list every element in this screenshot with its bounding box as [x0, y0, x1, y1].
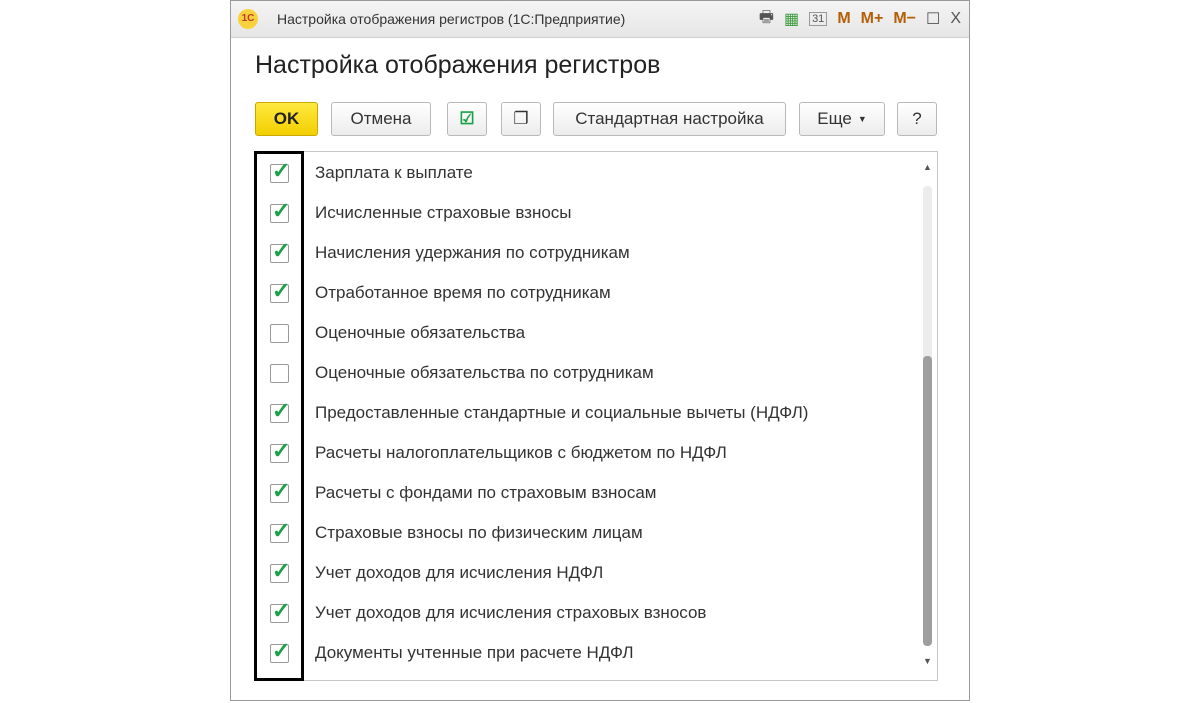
item-checkbox[interactable] — [270, 363, 289, 383]
item-label: Начисления удержания по сотрудникам — [315, 243, 630, 262]
checkmark-icon: ✓ — [272, 397, 291, 423]
more-label: Еще — [817, 109, 852, 128]
checkmark-icon: ✓ — [272, 597, 291, 623]
item-checkbox[interactable]: ✓ — [270, 518, 290, 543]
checkmark-icon: ✓ — [272, 197, 291, 223]
list-item[interactable]: ✓ Учет доходов для исчисления страховых в… — [255, 593, 915, 633]
calculator-icon[interactable]: ▦ — [784, 9, 799, 29]
more-button[interactable]: Еще ▼ — [799, 102, 885, 136]
standard-settings-button[interactable]: Стандартная настройка — [553, 102, 786, 136]
item-label: Учет доходов для исчисления НДФЛ — [315, 563, 604, 582]
close-button[interactable]: X — [950, 10, 961, 28]
help-button[interactable]: ? — [897, 102, 937, 136]
page-title: Настройка отображения регистров — [255, 51, 661, 79]
item-label: Документы учтенные при расчете НДФЛ — [315, 643, 634, 662]
item-label: Расчеты с фондами по страховым взносам — [315, 483, 657, 502]
memory-minus-button[interactable]: M− — [893, 10, 916, 28]
item-label: Отработанное время по сотрудникам — [315, 283, 611, 302]
check-all-button[interactable]: ☑ — [447, 102, 487, 136]
item-label: Учет доходов для исчисления страховых вз… — [315, 603, 707, 622]
checkmark-icon: ✓ — [272, 277, 291, 303]
list-item[interactable]: ✓ Расчеты налогоплательщиков с бюджетом п… — [255, 433, 915, 473]
item-label: Страховые взносы по физическим лицам — [315, 523, 643, 542]
1c-logo-icon: 1С — [238, 9, 258, 29]
list-item[interactable]: ✓ Страховые взносы по физическим лицам — [255, 513, 915, 553]
checkmark-icon: ✓ — [272, 517, 291, 543]
list-item[interactable]: ✓ Предоставленные стандартные и социальны… — [255, 393, 915, 433]
checkmark-icon: ✓ — [272, 557, 291, 583]
checkmark-icon: ✓ — [272, 237, 291, 263]
checkmark-icon: ✓ — [272, 477, 291, 503]
uncheck-all-icon: ❐ — [513, 109, 529, 128]
checkmark-icon: ✓ — [272, 637, 291, 663]
settings-window: 1С Настройка отображения регистров (1С:П… — [230, 0, 970, 701]
item-checkbox[interactable]: ✓ — [270, 438, 290, 463]
item-checkbox[interactable]: ✓ — [270, 198, 290, 223]
list-item[interactable]: ✓ Исчисленные страховые взносы — [255, 193, 915, 233]
list-item[interactable]: ✓ Документы учтенные при расчете НДФЛ — [255, 633, 915, 673]
memory-m-button[interactable]: M — [837, 10, 850, 28]
scroll-up-icon[interactable]: ▲ — [923, 162, 932, 172]
item-label: Зарплата к выплате — [315, 163, 473, 182]
scrollbar[interactable]: ▲ ▼ — [921, 160, 933, 672]
list-item[interactable]: ✓ Отработанное время по сотрудникам — [255, 273, 915, 313]
list-item[interactable]: ✓ Расчеты с фондами по страховым взносам — [255, 473, 915, 513]
item-label: Предоставленные стандартные и социальные… — [315, 403, 809, 422]
list-item[interactable]: ✓ Начисления удержания по сотрудникам — [255, 233, 915, 273]
list-item[interactable]: Оценочные обязательства — [255, 313, 915, 353]
uncheck-all-button[interactable]: ❐ — [501, 102, 541, 136]
item-checkbox[interactable]: ✓ — [270, 278, 290, 303]
list-item[interactable]: ✓ Учет доходов для исчисления НДФЛ — [255, 553, 915, 593]
chevron-down-icon: ▼ — [857, 114, 867, 124]
register-list: ▲ ▼ ✓ Зарплата к выплате ✓ Исчисленные стра… — [254, 151, 938, 681]
checkmark-icon: ✓ — [272, 437, 291, 463]
scroll-down-icon[interactable]: ▼ — [923, 656, 932, 666]
ok-button[interactable]: OK — [255, 102, 318, 136]
item-label: Оценочные обязательства по сотрудникам — [315, 363, 654, 382]
item-checkbox[interactable]: ✓ — [270, 478, 290, 503]
item-checkbox[interactable] — [270, 323, 289, 343]
item-label: Исчисленные страховые взносы — [315, 203, 572, 222]
item-label: Расчеты налогоплательщиков с бюджетом по… — [315, 443, 727, 462]
list-item[interactable]: Оценочные обязательства по сотрудникам — [255, 353, 915, 393]
checkmark-icon: ✓ — [272, 157, 291, 183]
item-checkbox[interactable]: ✓ — [270, 238, 290, 263]
item-checkbox[interactable]: ✓ — [270, 638, 290, 663]
item-checkbox[interactable]: ✓ — [270, 158, 290, 183]
check-all-icon: ☑ — [459, 109, 475, 128]
item-checkbox[interactable]: ✓ — [270, 398, 290, 423]
print-icon[interactable]: 🖶 — [759, 6, 774, 33]
maximize-button[interactable]: ☐ — [926, 9, 940, 29]
item-label: Оценочные обязательства — [315, 323, 526, 342]
title-bar: 1С Настройка отображения регистров (1С:П… — [231, 1, 969, 38]
scrollbar-thumb[interactable] — [923, 356, 932, 646]
item-checkbox[interactable]: ✓ — [270, 598, 290, 623]
window-title: Настройка отображения регистров (1С:Пред… — [277, 11, 626, 27]
calendar-icon[interactable]: 31 — [809, 12, 828, 26]
cancel-button[interactable]: Отмена — [331, 102, 431, 136]
memory-plus-button[interactable]: M+ — [861, 10, 884, 28]
list-item[interactable]: ✓ Зарплата к выплате — [255, 153, 915, 193]
item-checkbox[interactable]: ✓ — [270, 558, 290, 583]
